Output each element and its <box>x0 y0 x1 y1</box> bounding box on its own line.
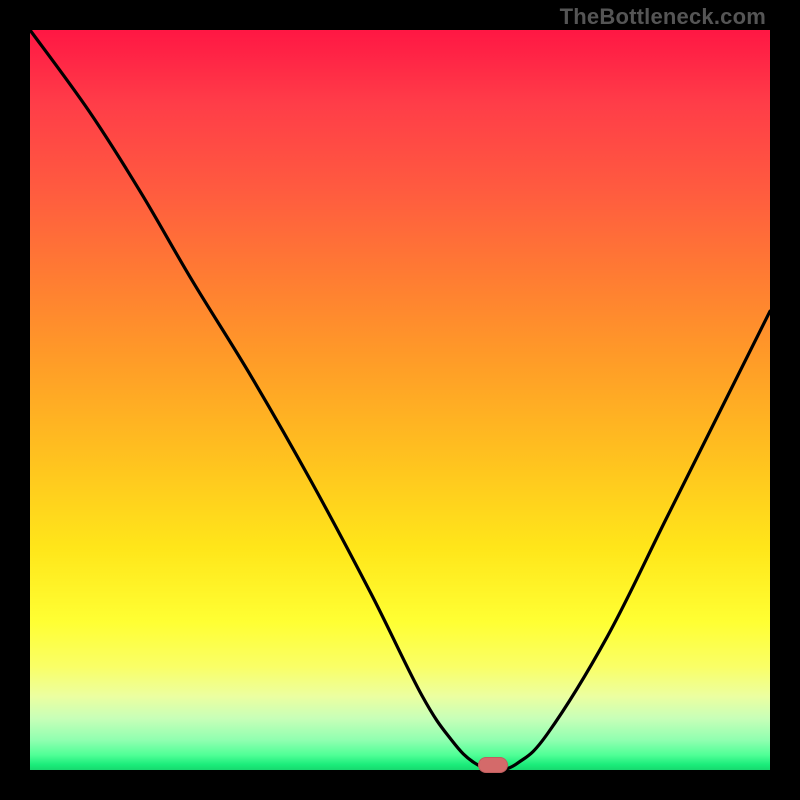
watermark-text: TheBottleneck.com <box>560 4 766 30</box>
chart-frame <box>30 30 770 770</box>
bottleneck-curve <box>30 30 770 770</box>
selected-point-marker <box>478 757 508 773</box>
